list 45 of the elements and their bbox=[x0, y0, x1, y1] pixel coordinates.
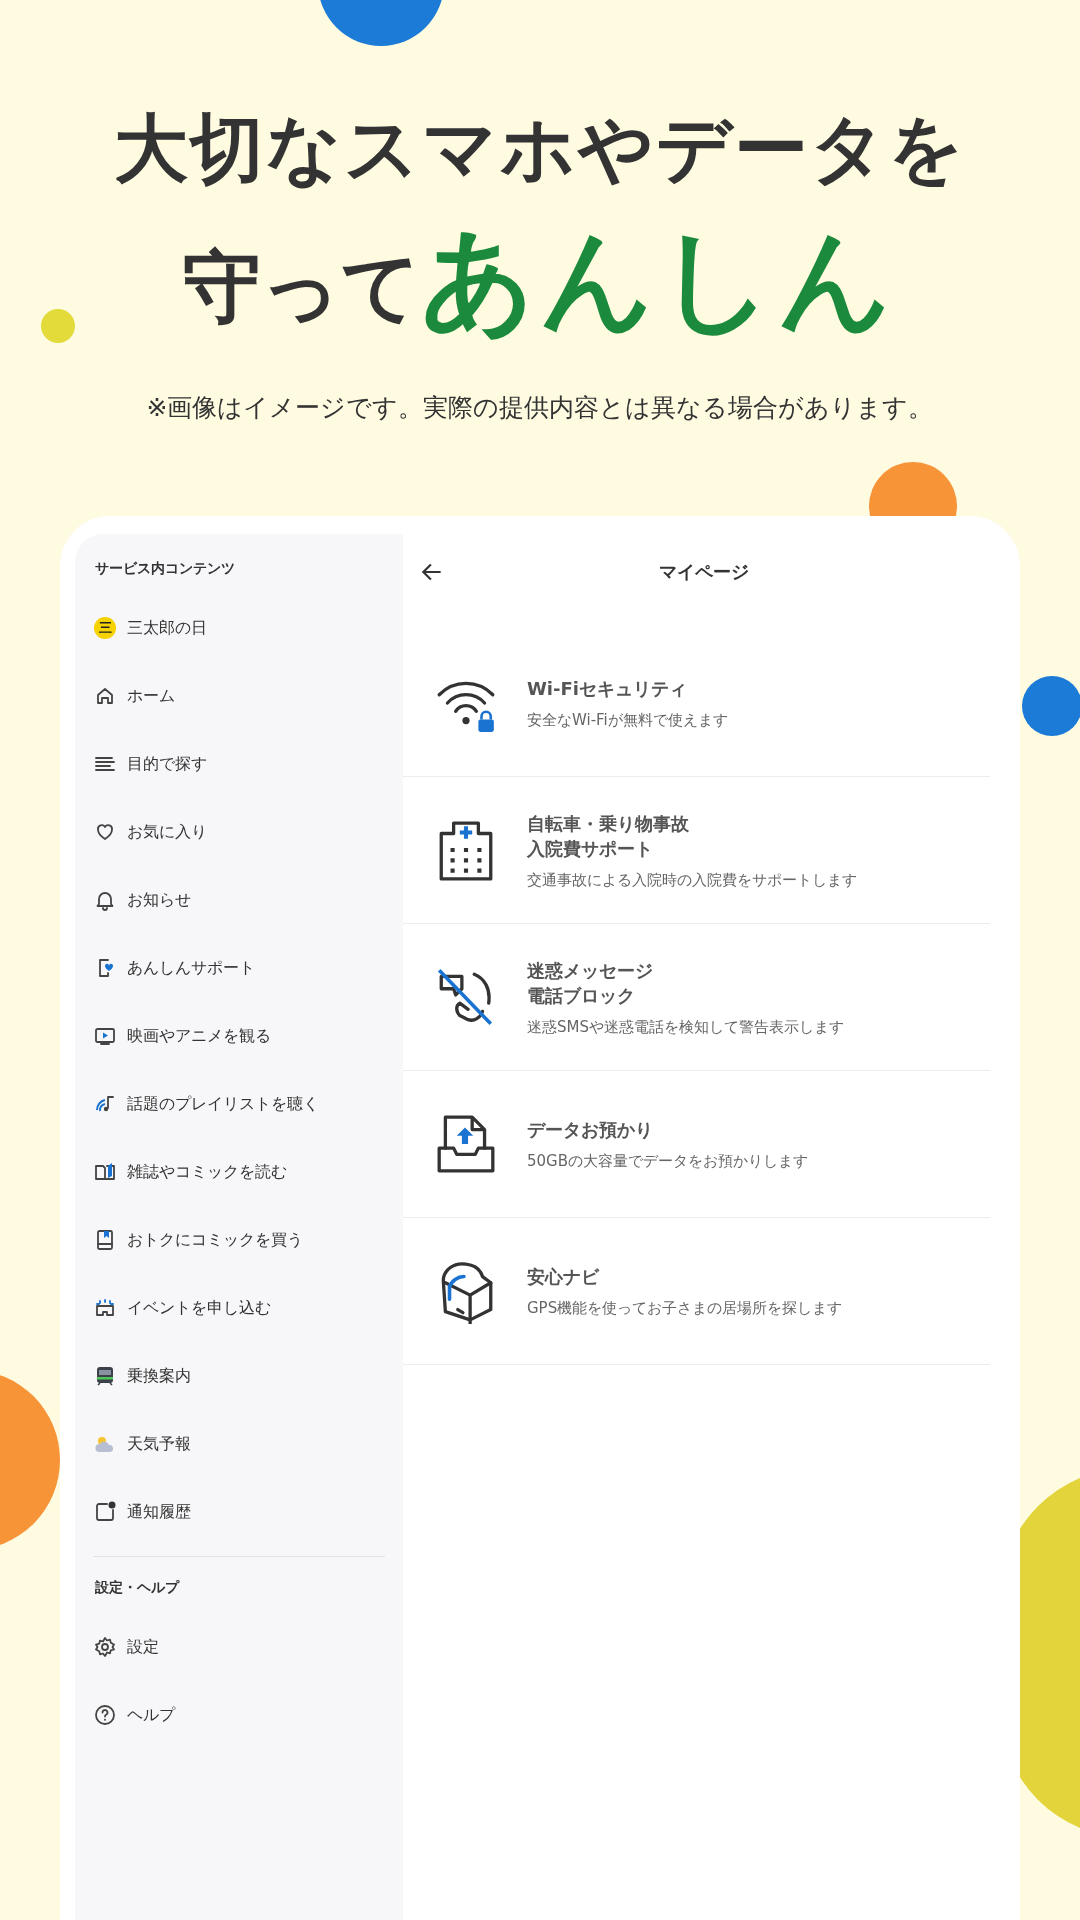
sidebar-item[interactable]: 乗換案内 bbox=[93, 1342, 385, 1411]
section-heading: 設定・ヘルプ bbox=[94, 1579, 181, 1598]
feature-row[interactable]: 自転車・乗り物事故 入院費サポート 交通事故による入院時の入院費をサポートします bbox=[403, 777, 990, 925]
feature-row[interactable]: Wi-Fiセキュリティ 安全なWi-Fiが無料で使えます bbox=[403, 630, 990, 778]
sidebar-item[interactable]: 雑誌やコミックを読む bbox=[93, 1138, 385, 1207]
sidebar-item[interactable]: ホーム bbox=[93, 662, 385, 731]
sidebar-item[interactable]: ヘルプ bbox=[93, 1681, 385, 1750]
feature-description: 迷惑SMSや迷惑電話を検知して警告表示します bbox=[527, 1017, 844, 1037]
sidebar-item[interactable]: 通知履歴 bbox=[93, 1478, 385, 1547]
sidebar-item[interactable]: 映画やアニメを観る bbox=[93, 1002, 385, 1071]
feature-title: 入院費サポート bbox=[527, 836, 654, 861]
feature-title: 自転車・乗り物事故 bbox=[527, 811, 690, 836]
sidebar-item[interactable]: イベントを申し込む bbox=[93, 1274, 385, 1343]
feature-description: 安全なWi-Fiが無料で使えます bbox=[527, 711, 728, 731]
sidebar-item[interactable]: あんしんサポート bbox=[93, 934, 385, 1003]
feature-description: 50GBの大容量でデータをお預かりします bbox=[527, 1152, 808, 1172]
sidebar-item[interactable]: 三 三太郎の日 bbox=[93, 594, 385, 663]
headline: 大切なスマホやデータを bbox=[114, 104, 966, 193]
sidebar-item[interactable]: 天気予報 bbox=[93, 1410, 385, 1479]
feature-title: Wi-Fiセキュリティ bbox=[527, 677, 688, 702]
help-icon bbox=[93, 1703, 117, 1728]
page-title: マイページ bbox=[659, 560, 749, 585]
headline-accent: あんしん bbox=[421, 218, 897, 342]
feature-description: 交通事故による入院時の入院費をサポートします bbox=[527, 870, 857, 890]
logo-badge: 三 bbox=[94, 617, 116, 640]
feature-row[interactable]: 迷惑メッセージ 電話ブロック 迷惑SMSや迷惑電話を検知して警告表示します bbox=[403, 924, 990, 1072]
feature-title: 電話ブロック bbox=[527, 983, 636, 1008]
feature-description: GPS機能を使ってお子さまの居場所を探します bbox=[527, 1299, 843, 1319]
feature-row[interactable]: データお預かり 50GBの大容量でデータをお預かりします bbox=[403, 1071, 990, 1219]
sidebar-item[interactable]: 設定 bbox=[93, 1613, 385, 1682]
feature-row[interactable]: 安心ナビ GPS機能を使ってお子さまの居場所を探します bbox=[403, 1218, 990, 1366]
feature-title: 安心ナビ bbox=[527, 1265, 601, 1290]
settings-icon bbox=[93, 1635, 117, 1660]
disclaimer-text: ※画像はイメージです。実際の提供内容とは異なる場合があります。 bbox=[146, 392, 934, 425]
headline: 守って bbox=[183, 241, 421, 335]
circle-decoration bbox=[1022, 676, 1080, 736]
sidebar-item[interactable]: 目的で探す bbox=[93, 730, 385, 799]
section-heading: サービス内コンテンツ bbox=[94, 560, 236, 579]
feature-title: データお預かり bbox=[527, 1118, 654, 1143]
sidebar-item[interactable]: お知らせ bbox=[93, 866, 385, 935]
sidebar-item[interactable]: お気に入り bbox=[93, 798, 385, 867]
circle-decoration bbox=[41, 309, 75, 343]
sidebar-item[interactable]: おトクにコミックを買う bbox=[93, 1206, 385, 1275]
feature-title: 迷惑メッセージ bbox=[527, 958, 654, 983]
sidebar-item[interactable]: 話題のプレイリストを聴く bbox=[93, 1070, 385, 1139]
